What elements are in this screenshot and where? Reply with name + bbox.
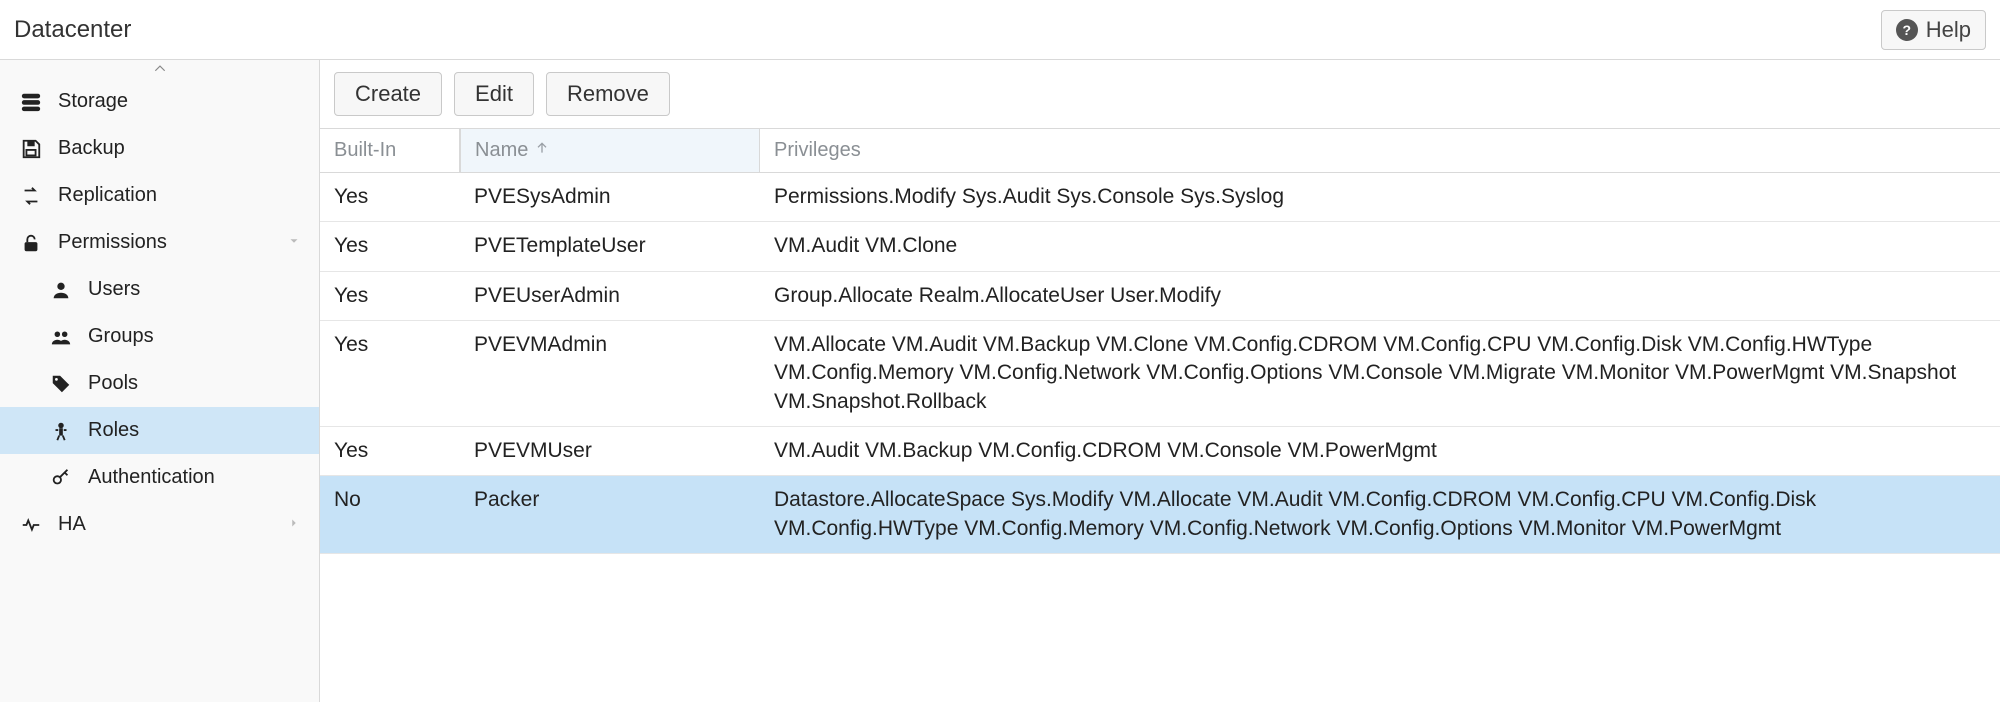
sidebar-item-label: Roles xyxy=(88,419,139,442)
cell-name: Packer xyxy=(460,476,760,524)
sidebar-item-label: Groups xyxy=(88,325,154,348)
sidebar-item-label: Pools xyxy=(88,372,138,395)
caret-right-icon xyxy=(287,513,301,536)
chevron-up-icon xyxy=(149,62,171,76)
cell-builtin: Yes xyxy=(320,427,460,475)
save-icon xyxy=(18,138,44,160)
person-icon xyxy=(48,420,74,442)
cell-privileges: VM.Allocate VM.Audit VM.Backup VM.Clone … xyxy=(760,321,2000,426)
cell-builtin: Yes xyxy=(320,222,460,270)
replication-icon xyxy=(18,185,44,207)
sidebar-scroll-up[interactable] xyxy=(0,60,319,78)
sidebar-item-label: Backup xyxy=(58,137,125,160)
help-button-label: Help xyxy=(1926,17,1971,43)
key-icon xyxy=(48,467,74,489)
table-row[interactable]: NoPackerDatastore.AllocateSpace Sys.Modi… xyxy=(320,476,2000,554)
table-row[interactable]: YesPVEVMAdminVM.Allocate VM.Audit VM.Bac… xyxy=(320,321,2000,427)
sidebar-item-label: Storage xyxy=(58,90,128,113)
table-row[interactable]: YesPVEVMUserVM.Audit VM.Backup VM.Config… xyxy=(320,427,2000,476)
sidebar: Storage Backup Replication Permissions Users… xyxy=(0,60,320,702)
heartbeat-icon xyxy=(18,514,44,536)
table-row[interactable]: YesPVESysAdminPermissions.Modify Sys.Aud… xyxy=(320,173,2000,222)
cell-builtin: Yes xyxy=(320,321,460,369)
content: Create Edit Remove Built-In Name Privile… xyxy=(320,60,2000,702)
sidebar-item-replication[interactable]: Replication xyxy=(0,172,319,219)
remove-button[interactable]: Remove xyxy=(546,72,670,116)
page-title: Datacenter xyxy=(14,16,131,44)
column-name[interactable]: Name xyxy=(460,129,760,172)
sidebar-item-permissions[interactable]: Permissions xyxy=(0,219,319,266)
help-button[interactable]: ? Help xyxy=(1881,10,1986,50)
edit-button[interactable]: Edit xyxy=(454,72,534,116)
cell-privileges: Permissions.Modify Sys.Audit Sys.Console… xyxy=(760,173,2000,221)
sidebar-item-backup[interactable]: Backup xyxy=(0,125,319,172)
caret-down-icon xyxy=(287,231,301,254)
cell-privileges: Group.Allocate Realm.AllocateUser User.M… xyxy=(760,272,2000,320)
column-builtin[interactable]: Built-In xyxy=(320,129,460,172)
sidebar-item-users[interactable]: Users xyxy=(0,266,319,313)
sidebar-item-ha[interactable]: HA xyxy=(0,501,319,548)
cell-name: PVESysAdmin xyxy=(460,173,760,221)
sidebar-item-authentication[interactable]: Authentication xyxy=(0,454,319,501)
sidebar-item-label: Permissions xyxy=(58,231,167,254)
topbar: Datacenter ? Help xyxy=(0,0,2000,60)
tags-icon xyxy=(48,373,74,395)
create-button[interactable]: Create xyxy=(334,72,442,116)
cell-builtin: Yes xyxy=(320,173,460,221)
sidebar-item-storage[interactable]: Storage xyxy=(0,78,319,125)
cell-name: PVEVMUser xyxy=(460,427,760,475)
storage-icon xyxy=(18,91,44,113)
sidebar-item-roles[interactable]: Roles xyxy=(0,407,319,454)
main: Storage Backup Replication Permissions Users… xyxy=(0,60,2000,702)
sort-asc-icon xyxy=(534,139,550,162)
cell-name: PVEVMAdmin xyxy=(460,321,760,369)
sidebar-item-groups[interactable]: Groups xyxy=(0,313,319,360)
table-row[interactable]: YesPVETemplateUserVM.Audit VM.Clone xyxy=(320,222,2000,271)
cell-name: PVETemplateUser xyxy=(460,222,760,270)
cell-builtin: Yes xyxy=(320,272,460,320)
cell-privileges: VM.Audit VM.Backup VM.Config.CDROM VM.Co… xyxy=(760,427,2000,475)
roles-grid: Built-In Name Privileges YesPVESysAdminP… xyxy=(320,128,2000,702)
unlock-icon xyxy=(18,232,44,254)
sidebar-item-label: Authentication xyxy=(88,466,215,489)
column-privileges[interactable]: Privileges xyxy=(760,129,2000,172)
cell-name: PVEUserAdmin xyxy=(460,272,760,320)
table-row[interactable]: YesPVEUserAdminGroup.Allocate Realm.Allo… xyxy=(320,272,2000,321)
user-icon xyxy=(48,279,74,301)
cell-builtin: No xyxy=(320,476,460,524)
sidebar-item-label: Replication xyxy=(58,184,157,207)
cell-privileges: VM.Audit VM.Clone xyxy=(760,222,2000,270)
group-icon xyxy=(48,326,74,348)
sidebar-item-label: Users xyxy=(88,278,140,301)
sidebar-item-pools[interactable]: Pools xyxy=(0,360,319,407)
sidebar-item-label: HA xyxy=(58,513,86,536)
toolbar: Create Edit Remove xyxy=(320,60,2000,128)
grid-header: Built-In Name Privileges xyxy=(320,128,2000,173)
help-icon: ? xyxy=(1896,19,1918,41)
cell-privileges: Datastore.AllocateSpace Sys.Modify VM.Al… xyxy=(760,476,2000,553)
